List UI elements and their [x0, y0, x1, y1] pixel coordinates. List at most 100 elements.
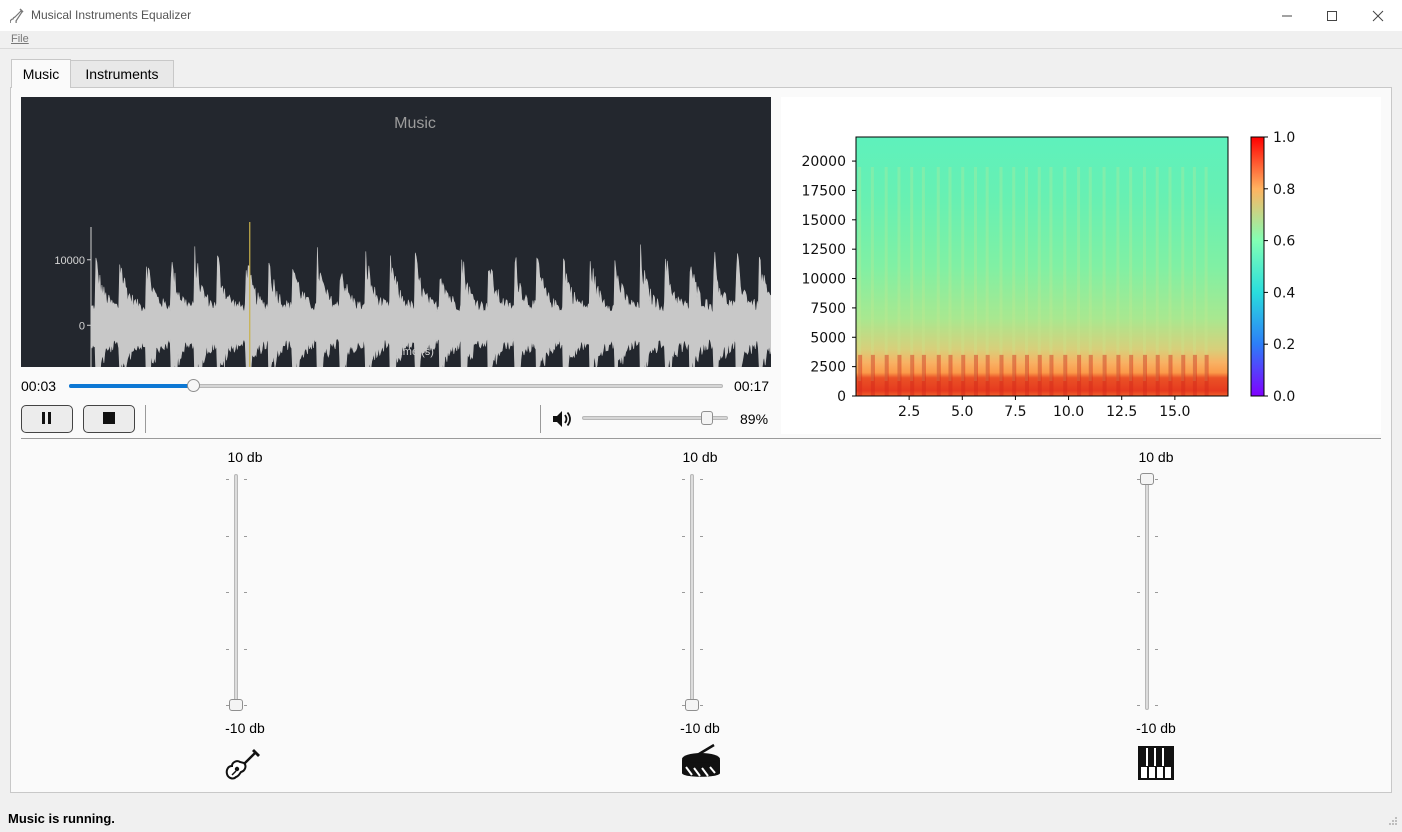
eq-tick	[244, 648, 247, 650]
spectrogram-onset-band	[1063, 354, 1068, 396]
spectrogram-y-tick-label: 20000	[801, 154, 846, 170]
spectrogram-y-tick-label: 15000	[801, 213, 846, 229]
tab-music[interactable]: Music	[11, 59, 71, 88]
eq-tick	[1155, 705, 1158, 706]
eq-tick	[682, 648, 685, 650]
spectrogram-streak	[858, 167, 862, 381]
window-title: Musical Instruments Equalizer	[31, 8, 192, 22]
eq-piano-handle[interactable]	[1140, 473, 1154, 485]
eq-drum-slider[interactable]	[690, 474, 694, 710]
spectrogram-onset-band	[1129, 354, 1134, 396]
spectrogram-onset-band	[897, 354, 902, 396]
eq-tick	[1155, 479, 1158, 480]
pause-button[interactable]	[21, 405, 73, 433]
menu-bar: File	[0, 31, 1402, 49]
stop-button[interactable]	[83, 405, 135, 433]
eq-tick	[226, 592, 229, 593]
eq-tick	[226, 705, 229, 706]
spectrogram-onset-band	[1181, 354, 1186, 396]
spectrogram-streak	[897, 167, 901, 381]
tab-instruments[interactable]: Instruments	[70, 60, 174, 87]
spectrogram-onset-band	[1102, 354, 1107, 396]
spectrogram-onset-band	[1168, 354, 1173, 396]
eq-guitar-max-label: 10 db	[227, 449, 263, 465]
spectrogram-onset-band	[884, 354, 889, 396]
spectrogram-streak	[1155, 167, 1159, 381]
eq-tick	[700, 648, 703, 650]
eq-tick	[1137, 535, 1140, 537]
spectrogram-onset-band	[910, 354, 915, 396]
spectrogram-streak	[921, 167, 925, 381]
guitar-app-icon	[9, 7, 24, 26]
spectrogram-y-tick-label: 17500	[801, 183, 846, 199]
eq-guitar-handle[interactable]	[229, 699, 243, 711]
eq-tick	[1155, 592, 1158, 593]
colorbar-tick-label: 0.6	[1273, 234, 1295, 250]
colorbar-tick-label: 0.0	[1273, 389, 1295, 405]
spectrogram-y-tick-label: 5000	[810, 330, 846, 346]
guitar-icon	[224, 743, 264, 783]
maximize-icon[interactable]	[1309, 0, 1355, 31]
piano-keys-icon	[1137, 745, 1177, 785]
spectrogram-plot[interactable]: 2.5 5.0 7.5 10.0 12.5 15.0 0 2500 5000 7500 10000 1…	[781, 97, 1381, 434]
waveform-title: Music	[394, 115, 436, 132]
eq-tick	[682, 535, 685, 537]
spectrogram-streak	[1116, 167, 1120, 381]
spectrogram-streak	[999, 167, 1003, 381]
spectrogram-y-tick-label: 10000	[801, 272, 846, 288]
spectrogram-streak	[910, 167, 914, 381]
status-text: Music is running.	[8, 811, 115, 826]
eq-piano-slider[interactable]	[1145, 474, 1149, 710]
spectrogram-streak	[1088, 167, 1092, 381]
menu-file[interactable]: File	[11, 33, 29, 45]
spectrogram-streak	[1129, 167, 1133, 381]
spectrogram-streak	[1204, 167, 1208, 381]
spectrogram-streak	[1024, 167, 1028, 381]
eq-tick	[226, 535, 229, 537]
spectrogram-streak	[1168, 167, 1172, 381]
resize-grip-icon[interactable]	[1388, 813, 1398, 829]
spectrogram-y-tick-label: 12500	[801, 242, 846, 258]
eq-tick	[1137, 648, 1140, 650]
stop-icon	[102, 411, 116, 428]
spectrogram-onset-band	[1037, 354, 1042, 396]
spectrogram-y-tick-label: 2500	[810, 360, 846, 376]
colorbar	[1250, 136, 1265, 397]
spectrogram-onset-band	[858, 354, 863, 396]
spectrogram-onset-band	[999, 354, 1004, 396]
eq-tick	[682, 592, 685, 593]
spectrogram-streak	[973, 167, 977, 381]
drum-icon	[680, 743, 720, 783]
toolbar-separator	[145, 405, 146, 433]
spectrogram-onset-band	[870, 354, 875, 396]
pause-icon	[41, 411, 53, 428]
eq-drum-handle[interactable]	[685, 699, 699, 711]
waveform-plot[interactable]: Music Time (s) 246810121416-10000010000	[21, 97, 784, 434]
close-icon[interactable]	[1355, 0, 1401, 31]
volume-percent: 89%	[740, 411, 769, 427]
spectrogram-streak	[948, 167, 952, 381]
eq-guitar-slider[interactable]	[234, 474, 238, 710]
spectrogram-onset-band	[1077, 354, 1082, 396]
eq-tick	[700, 592, 703, 593]
spectrogram-x-tick-label: 7.5	[1004, 404, 1026, 420]
current-time: 00:03	[21, 378, 57, 394]
speaker-icon[interactable]	[551, 409, 573, 432]
spectrogram-onset-band	[1049, 354, 1054, 396]
seek-progress	[69, 384, 194, 388]
spectrogram-streak	[1102, 167, 1106, 381]
spectrogram-x-tick-label: 2.5	[898, 404, 920, 420]
title-bar: Musical Instruments Equalizer	[0, 0, 1402, 31]
eq-piano-min-label: -10 db	[1136, 720, 1176, 736]
spectrogram-y-tick-label: 0	[837, 389, 846, 405]
total-time: 00:17	[734, 378, 770, 394]
eq-tick	[1155, 648, 1158, 650]
spectrogram-onset-band	[1204, 354, 1209, 396]
minimize-icon[interactable]	[1264, 0, 1310, 31]
eq-tick	[226, 648, 229, 650]
spectrogram-streak	[884, 167, 888, 381]
eq-tick	[1137, 592, 1140, 593]
spectrogram-streak	[1049, 167, 1053, 381]
volume-handle[interactable]	[701, 411, 714, 425]
colorbar-tick-label: 0.8	[1273, 182, 1295, 198]
